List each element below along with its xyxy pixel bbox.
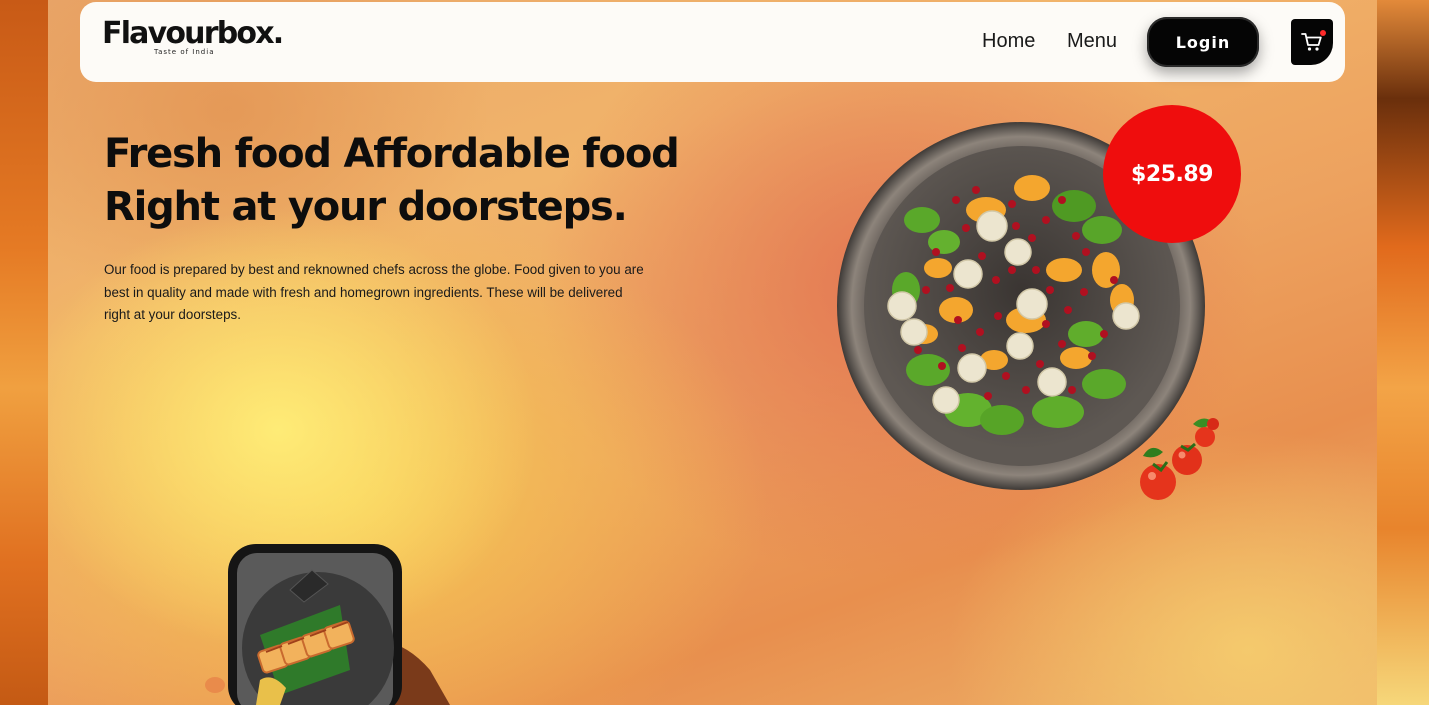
hero-description: Our food is prepared by best and reknown… bbox=[104, 262, 644, 322]
price-badge: $25.89 bbox=[1103, 105, 1241, 243]
page: Flavourbox. Taste of India Home Menu Log… bbox=[0, 0, 1429, 705]
left-frame-edge bbox=[0, 0, 48, 705]
logo-wordmark: Flavourbox. bbox=[102, 16, 284, 51]
cherry-tomatoes-image bbox=[1140, 418, 1219, 500]
headline-line-2: Right at your doorsteps. bbox=[104, 184, 628, 230]
next-section-heading-peek bbox=[718, 688, 1018, 705]
right-frame-edge bbox=[1377, 0, 1429, 705]
cart-notification-dot bbox=[1320, 30, 1326, 36]
cart-button[interactable] bbox=[1291, 19, 1333, 65]
phone-with-sushi-image bbox=[205, 544, 450, 705]
cart-icon bbox=[1301, 33, 1322, 51]
logo[interactable]: Flavourbox. Taste of India bbox=[102, 16, 284, 56]
login-button[interactable]: Login bbox=[1147, 17, 1259, 67]
nav-home-link[interactable]: Home bbox=[982, 30, 1035, 53]
headline-line-1: Fresh food Affordable food bbox=[104, 131, 680, 177]
hero-headline: Fresh food Affordable food Right at your… bbox=[104, 128, 704, 234]
nav-menu-link[interactable]: Menu bbox=[1067, 30, 1117, 53]
navbar: Flavourbox. Taste of India Home Menu Log… bbox=[80, 2, 1345, 82]
